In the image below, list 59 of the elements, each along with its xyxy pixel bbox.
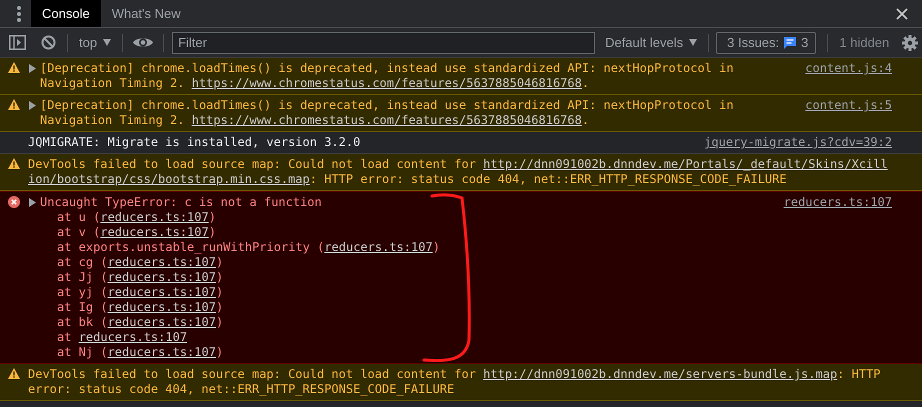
stack-frame: at u (reducers.ts:107)	[57, 210, 216, 225]
link[interactable]: http://dnn091002b.dnndev.me/servers-bundle.js.map	[483, 367, 838, 381]
stack-frame: at exports.unstable_runWithPriority (reducers.ts:107)	[57, 240, 440, 255]
close-icon[interactable]	[896, 8, 908, 20]
link[interactable]: reducers.ts:107	[108, 270, 216, 284]
expand-icon[interactable]	[28, 64, 36, 73]
link[interactable]: reducers.ts:107	[324, 240, 433, 254]
levels-dropdown[interactable]: Default levels	[601, 35, 702, 50]
stack-frame: at Jj (reducers.ts:107)	[57, 270, 224, 285]
link[interactable]: reducers.ts:107	[78, 330, 188, 344]
link[interactable]: reducers.ts:107	[100, 225, 209, 239]
caret-icon	[103, 39, 112, 46]
link[interactable]: reducers.ts:107	[100, 210, 209, 224]
link[interactable]: http://dnn091002b.dnndev.me/Portals/_default/Skins/Xcill	[483, 157, 888, 171]
message-text: JQMIGRATE: Migrate is installed, version 3.2.0	[28, 135, 360, 149]
stack-frame: at reducers.ts:107	[57, 330, 188, 345]
warning-icon	[8, 368, 20, 379]
warning-icon	[8, 158, 20, 169]
warning-icon	[8, 99, 20, 110]
stack-frame: at Ig (reducers.ts:107)	[57, 300, 224, 315]
tab[interactable]: Console	[31, 0, 101, 27]
issues-button[interactable]: 3 Issues: 3	[716, 32, 816, 54]
stack-frame: at yj (reducers.ts:107)	[57, 285, 224, 300]
message-text: [Deprecation] chrome.loadTimes() is deprecated, instead use standardized API: nextHopProtocol in Navigation Timing 2. https://www.chromestatus.com/features/5637885046816768.	[40, 98, 735, 127]
clear-icon[interactable]	[41, 35, 56, 50]
stack-frame: at bk (reducers.ts:107)	[57, 315, 224, 330]
more-icon[interactable]	[14, 5, 24, 23]
source-link[interactable]: reducers.ts:107	[784, 195, 892, 210]
link[interactable]: reducers.ts:107	[108, 300, 216, 314]
source-link[interactable]: content.js:5	[805, 98, 892, 113]
stack-frame: at v (reducers.ts:107)	[57, 225, 216, 240]
stack-frame: at Nj (reducers.ts:107)	[57, 345, 224, 360]
message-text: Uncaught TypeError: c is not a function	[40, 195, 322, 209]
stack-frame: at cg (reducers.ts:107)	[57, 255, 224, 270]
context-dropdown[interactable]: top	[75, 35, 116, 50]
error-icon	[8, 196, 20, 208]
link[interactable]: ion/bootstrap/css/bootstrap.min.css.map	[28, 172, 310, 186]
caret-icon	[689, 39, 698, 46]
expand-icon[interactable]	[28, 101, 36, 110]
link[interactable]: reducers.ts:107	[108, 345, 216, 359]
sidebar-icon[interactable]	[9, 35, 26, 50]
filter-field[interactable]: Filter	[172, 32, 596, 54]
source-link[interactable]: content.js:4	[805, 61, 892, 76]
link[interactable]: https://www.chromestatus.com/features/5637885046816768	[192, 113, 582, 127]
message-text: [Deprecation] chrome.loadTimes() is deprecated, instead use standardized API: nextHopProtocol in Navigation Timing 2. https://www.chromestatus.com/features/5637885046816768.	[40, 61, 735, 90]
eye-icon[interactable]	[133, 36, 154, 49]
hidden-count: 1 hidden	[839, 35, 890, 50]
source-link[interactable]: jquery-migrate.js?cdv=39:2	[704, 135, 892, 150]
tab[interactable]: What's New	[100, 0, 192, 27]
link[interactable]: reducers.ts:107	[108, 315, 216, 329]
message-text: DevTools failed to load source map: Could not load content for http://dnn091002b.dnndev.me/servers-bundle.js.map: HTTP error: status code 404, net::ERR_HTTP_RESPONSE_CODE_FAILURE	[28, 367, 882, 396]
expand-icon[interactable]	[28, 198, 36, 207]
link[interactable]: https://www.chromestatus.com/features/5637885046816768	[192, 76, 582, 90]
link[interactable]: reducers.ts:107	[108, 285, 216, 299]
settings-icon[interactable]	[902, 34, 918, 50]
message-icon	[784, 36, 796, 48]
link[interactable]: reducers.ts:107	[108, 255, 216, 269]
message-text: DevTools failed to load source map: Could not load content for http://dnn091002b.dnndev.me/Portals/_default/Skins/Xcill ion/bootstrap/css/bootstrap.min.css.map: HTTP error: status code 404, net::ERR_HTTP_RESPONSE_CODE_FAILURE	[28, 157, 888, 186]
warning-icon	[8, 62, 20, 73]
